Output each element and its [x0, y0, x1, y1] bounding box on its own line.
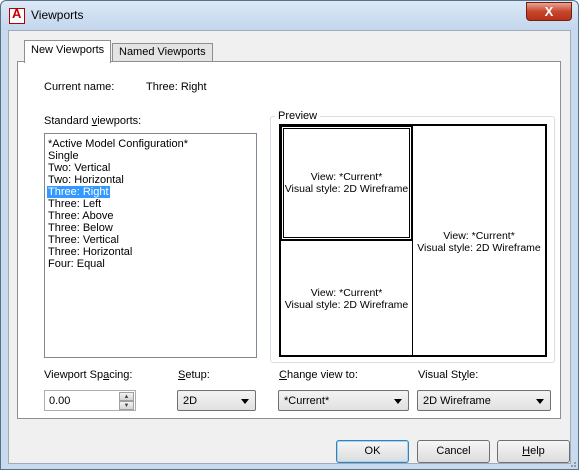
preview-viewport-style: Visual style: 2D Wireframe	[284, 183, 409, 195]
preview-viewport-view: View: *Current*	[443, 230, 515, 242]
list-item[interactable]: Two: Vertical	[47, 162, 111, 174]
list-item[interactable]: Three: Right	[47, 186, 110, 198]
change-view-to-value: *Current*	[284, 395, 330, 407]
viewport-spacing-label: Viewport Spacing:	[44, 369, 133, 381]
visual-style-dropdown[interactable]: 2D Wireframe	[417, 390, 551, 411]
list-item[interactable]: *Active Model Configuration*	[47, 138, 189, 150]
setup-label: Setup:	[178, 369, 210, 381]
current-name-label: Current name:	[44, 81, 115, 93]
standard-viewports-list[interactable]: *Active Model Configuration* Single Two: V…	[44, 133, 257, 358]
preview-viewport-bottom-left[interactable]: View: *Current* Visual style: 2D Wirefra…	[280, 240, 413, 356]
spin-up-arrow-icon[interactable]: ▲	[119, 392, 134, 401]
preview-viewport-top-left[interactable]: View: *Current* Visual style: 2D Wirefra…	[280, 125, 413, 241]
viewport-spacing-input[interactable]: 0.00 ▲ ▼	[44, 390, 136, 411]
chevron-down-icon	[394, 399, 402, 404]
title-bar[interactable]: A Viewports X	[1, 1, 578, 30]
standard-viewports-label: Standard viewports:	[44, 115, 142, 127]
close-icon: X	[544, 4, 554, 19]
visual-style-label: Visual Style:	[418, 369, 479, 381]
list-item[interactable]: Three: Below	[47, 222, 114, 234]
tab-named-viewports[interactable]: Named Viewports	[112, 43, 213, 62]
viewport-spacing-value: 0.00	[49, 395, 71, 407]
resize-grip-icon[interactable]	[567, 458, 577, 468]
preview-viewport-view: View: *Current*	[310, 171, 383, 183]
cancel-button[interactable]: Cancel	[417, 440, 490, 463]
list-item[interactable]: Single	[47, 150, 80, 162]
window-title: Viewports	[31, 8, 84, 22]
autocad-app-icon: A	[9, 6, 25, 24]
preview-viewport-view: View: *Current*	[310, 287, 383, 299]
help-button[interactable]: Help	[497, 440, 570, 463]
preview-viewport-style: Visual style: 2D Wireframe	[417, 242, 541, 254]
list-item[interactable]: Three: Horizontal	[47, 246, 133, 258]
preview-viewport-right[interactable]: View: *Current* Visual style: 2D Wirefra…	[412, 125, 546, 356]
change-view-to-dropdown[interactable]: *Current*	[278, 390, 409, 411]
list-item[interactable]: Three: Left	[47, 198, 102, 210]
ok-button[interactable]: OK	[336, 440, 409, 463]
list-item[interactable]: Three: Vertical	[47, 234, 120, 246]
list-item[interactable]: Four: Equal	[47, 258, 106, 270]
spin-down-arrow-icon[interactable]: ▼	[119, 401, 134, 410]
setup-value: 2D	[183, 395, 198, 407]
list-item[interactable]: Three: Above	[47, 210, 114, 222]
current-name-value: Three: Right	[146, 81, 207, 93]
visual-style-value: 2D Wireframe	[423, 395, 491, 407]
chevron-down-icon	[536, 399, 544, 404]
close-button[interactable]: X	[526, 2, 572, 21]
tab-new-viewports[interactable]: New Viewports	[24, 40, 112, 63]
chevron-down-icon	[241, 399, 249, 404]
setup-dropdown[interactable]: 2D	[177, 390, 256, 411]
preview-viewport-style: Visual style: 2D Wireframe	[284, 299, 409, 311]
list-item[interactable]: Two: Horizontal	[47, 174, 125, 186]
preview-label: Preview	[275, 110, 321, 122]
preview-area: View: *Current* Visual style: 2D Wirefra…	[279, 124, 547, 357]
change-view-to-label: Change view to:	[279, 369, 358, 381]
